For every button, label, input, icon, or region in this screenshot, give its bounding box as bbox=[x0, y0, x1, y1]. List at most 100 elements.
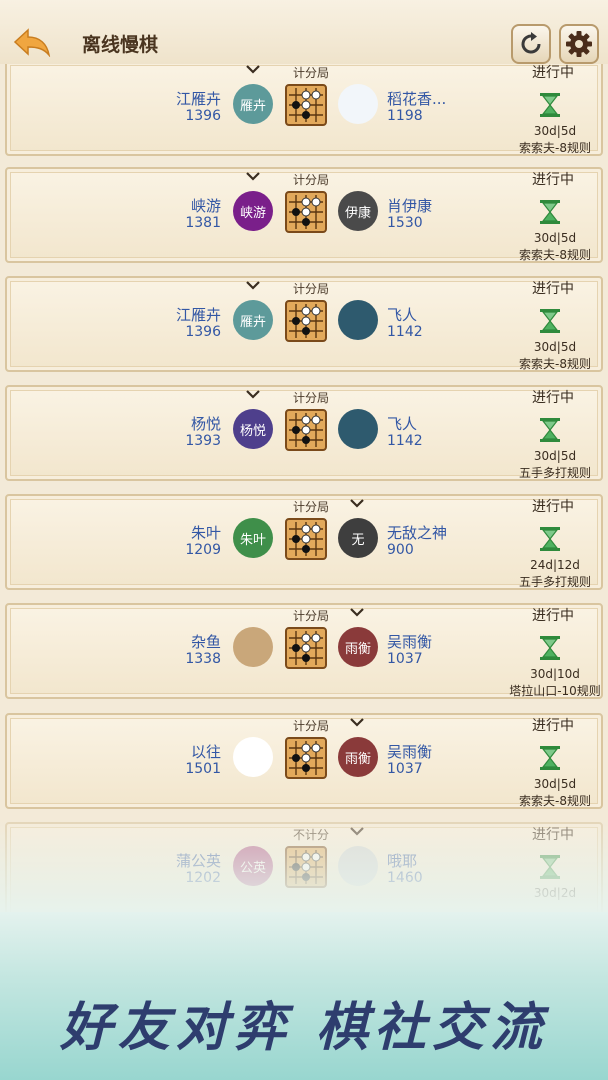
expand-chevron-icon[interactable] bbox=[349, 605, 365, 619]
time-control: 30d|5d bbox=[533, 340, 577, 354]
white-player-name: 吴雨衡 bbox=[387, 633, 433, 651]
game-rule: 索索夫-8规则 bbox=[519, 141, 591, 155]
black-player-rating: 1393 bbox=[185, 433, 221, 449]
black-player-avatar[interactable]: 雁卉 bbox=[233, 300, 273, 340]
go-board-icon bbox=[285, 409, 327, 451]
game-status: 进行中 bbox=[532, 718, 574, 734]
game-card[interactable]: 计分局 进行中 朱叶 1209 朱叶 无 无敌之神 900 24d|12d 五手… bbox=[5, 494, 603, 590]
white-player-name: 飞人 bbox=[387, 306, 418, 324]
black-player-rating: 1209 bbox=[185, 542, 221, 558]
game-card[interactable]: 计分局 进行中 以往 1501 雨衡 吴雨衡 1037 30d|5d 索索夫-8… bbox=[5, 713, 603, 809]
app-header: 离线慢棋 bbox=[0, 0, 608, 64]
time-control: 30d|5d bbox=[533, 124, 577, 138]
refresh-button[interactable] bbox=[511, 24, 551, 64]
expand-chevron-icon[interactable] bbox=[245, 169, 261, 183]
game-status: 进行中 bbox=[532, 499, 574, 515]
hourglass-icon bbox=[537, 308, 563, 334]
go-board-icon bbox=[285, 518, 327, 560]
white-player-rating: 900 bbox=[387, 542, 414, 558]
game-status: 进行中 bbox=[532, 390, 574, 406]
black-player-avatar[interactable]: 雁卉 bbox=[233, 84, 273, 124]
black-player-rating: 1396 bbox=[185, 324, 221, 340]
white-player-rating: 1142 bbox=[387, 433, 423, 449]
white-player-avatar[interactable] bbox=[338, 84, 378, 124]
go-board-icon bbox=[285, 84, 327, 126]
avatar-label: 伊康 bbox=[344, 205, 371, 221]
white-player-avatar[interactable]: 无 bbox=[338, 518, 378, 558]
black-player-name: 朱叶 bbox=[190, 524, 221, 542]
game-rule: 索索夫-8规则 bbox=[519, 357, 591, 371]
black-player-avatar[interactable] bbox=[233, 737, 273, 777]
avatar-label: 雨衡 bbox=[344, 751, 371, 767]
black-player-avatar[interactable] bbox=[233, 627, 273, 667]
avatar-label: 雁卉 bbox=[239, 98, 266, 114]
white-player-name: 吴雨衡 bbox=[387, 743, 433, 761]
black-player-name: 以往 bbox=[190, 743, 221, 761]
go-board-icon bbox=[285, 627, 327, 669]
black-player-name: 峡游 bbox=[190, 197, 221, 215]
hourglass-icon bbox=[537, 92, 563, 118]
expand-chevron-icon[interactable] bbox=[245, 278, 261, 292]
game-card[interactable]: 计分局 进行中 峡游 1381 峡游 伊康 肖伊康 1530 30d|5d 索索… bbox=[5, 167, 603, 263]
game-status: 进行中 bbox=[532, 172, 574, 188]
avatar-label: 雁卉 bbox=[239, 314, 266, 330]
game-card[interactable]: 计分局 进行中 杨悦 1393 杨悦 飞人 1142 30d|5d 五手多打规则 bbox=[5, 385, 603, 481]
scoring-type: 计分局 bbox=[292, 391, 329, 405]
avatar-label: 杨悦 bbox=[239, 423, 266, 439]
white-player-avatar[interactable]: 伊康 bbox=[338, 191, 378, 231]
avatar-label: 峡游 bbox=[239, 205, 266, 221]
avatar-label: 雨衡 bbox=[344, 641, 371, 657]
back-button[interactable] bbox=[10, 24, 54, 60]
go-board-icon bbox=[285, 737, 327, 779]
white-player-name: 飞人 bbox=[387, 415, 418, 433]
expand-chevron-icon[interactable] bbox=[245, 387, 261, 401]
expand-chevron-icon[interactable] bbox=[349, 496, 365, 510]
game-card[interactable]: 计分局 进行中 杂鱼 1338 雨衡 吴雨衡 1037 30d|10d 塔拉山口… bbox=[5, 603, 603, 699]
black-player-avatar[interactable]: 峡游 bbox=[233, 191, 273, 231]
settings-button[interactable] bbox=[559, 24, 599, 64]
white-player-avatar[interactable] bbox=[338, 409, 378, 449]
time-control: 30d|5d bbox=[533, 231, 577, 245]
game-rule: 五手多打规则 bbox=[518, 575, 591, 589]
scoring-type: 计分局 bbox=[292, 609, 329, 623]
black-player-name: 杨悦 bbox=[190, 415, 221, 433]
scoring-type: 计分局 bbox=[292, 282, 329, 296]
black-player-avatar[interactable]: 杨悦 bbox=[233, 409, 273, 449]
expand-chevron-icon[interactable] bbox=[245, 64, 261, 76]
game-card[interactable]: 计分局 进行中 江雁卉 1396 雁卉 稻花香... 1198 30d|5d 索… bbox=[5, 64, 603, 156]
game-card[interactable]: 计分局 进行中 江雁卉 1396 雁卉 飞人 1142 30d|5d 索索夫-8… bbox=[5, 276, 603, 372]
banner-slogan: 好友对弈 棋社交流 bbox=[59, 997, 549, 1058]
white-player-name: 稻花香... bbox=[387, 90, 447, 108]
black-player-avatar[interactable]: 朱叶 bbox=[233, 518, 273, 558]
white-player-avatar[interactable]: 雨衡 bbox=[338, 627, 378, 667]
hourglass-icon bbox=[537, 745, 563, 771]
avatar-label: 无 bbox=[351, 532, 365, 548]
black-player-rating: 1381 bbox=[185, 215, 221, 231]
time-control: 30d|5d bbox=[533, 777, 577, 791]
hourglass-icon bbox=[537, 199, 563, 225]
time-control: 24d|12d bbox=[530, 558, 580, 572]
white-player-avatar[interactable]: 雨衡 bbox=[338, 737, 378, 777]
game-rule: 索索夫-8规则 bbox=[519, 794, 591, 808]
white-player-rating: 1142 bbox=[387, 324, 423, 340]
scoring-type: 计分局 bbox=[292, 173, 329, 187]
go-board-icon bbox=[285, 300, 327, 342]
game-list[interactable]: 计分局 进行中 江雁卉 1396 雁卉 稻花香... 1198 30d|5d 索… bbox=[0, 64, 608, 914]
hourglass-icon bbox=[537, 635, 563, 661]
hourglass-icon bbox=[537, 526, 563, 552]
white-player-rating: 1198 bbox=[387, 108, 423, 124]
white-player-name: 无敌之神 bbox=[387, 524, 448, 542]
scoring-type: 计分局 bbox=[292, 719, 329, 733]
white-player-avatar[interactable] bbox=[338, 300, 378, 340]
expand-chevron-icon[interactable] bbox=[349, 715, 365, 729]
black-player-rating: 1501 bbox=[185, 761, 221, 777]
scoring-type: 计分局 bbox=[292, 500, 329, 514]
time-control: 30d|10d bbox=[530, 667, 580, 681]
black-player-rating: 1338 bbox=[185, 651, 221, 667]
white-player-rating: 1037 bbox=[387, 761, 423, 777]
game-rule: 索索夫-8规则 bbox=[519, 248, 591, 262]
black-player-name: 江雁卉 bbox=[175, 306, 221, 324]
go-board-icon bbox=[285, 191, 327, 233]
game-rule: 塔拉山口-10规则 bbox=[509, 684, 601, 698]
black-player-rating: 1396 bbox=[185, 108, 221, 124]
